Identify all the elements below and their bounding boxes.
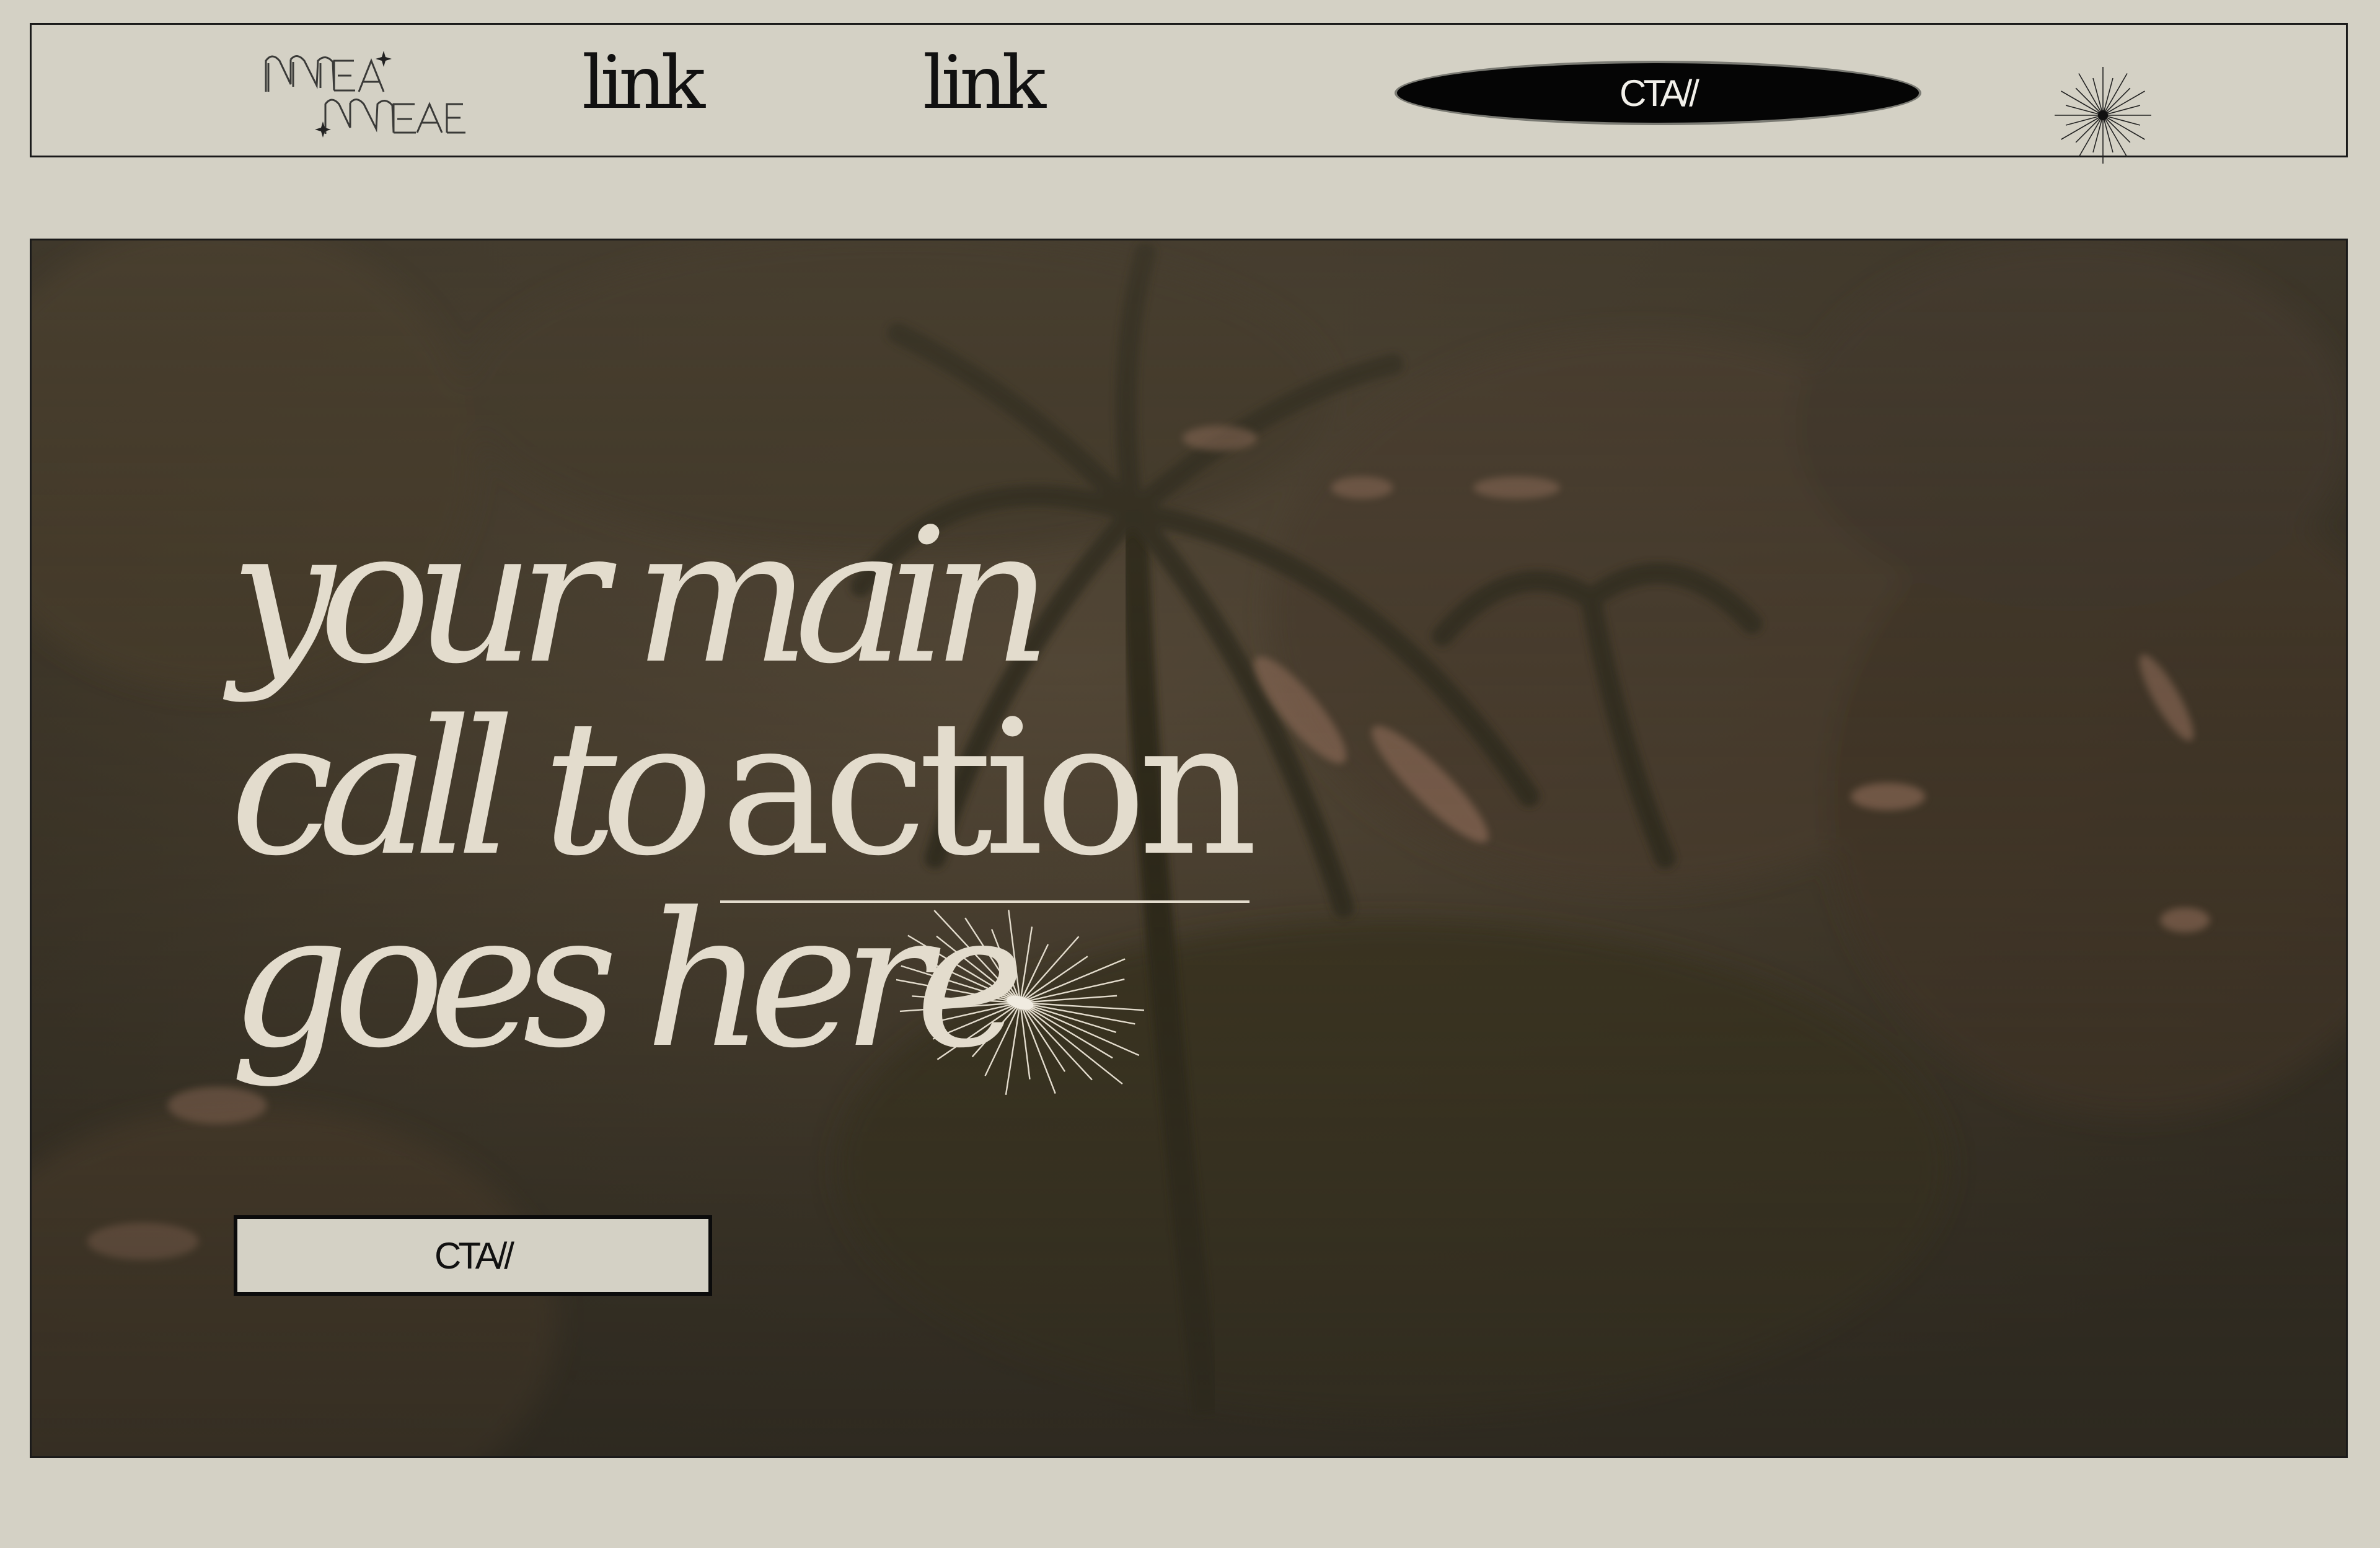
nav-cta-button[interactable]: CTA// [1395, 61, 1921, 125]
headline-action-word: action [720, 680, 1258, 903]
headline-line-1: your main [230, 488, 1052, 705]
starburst-icon[interactable] [2052, 64, 2154, 166]
hero-cta-button[interactable]: CTA// [234, 1215, 712, 1296]
top-nav-bar: link link CTA// [30, 23, 2348, 164]
sparkle-icon [896, 910, 1144, 1095]
headline-line-2-italic: call to [230, 680, 713, 897]
name-logo-icon[interactable] [261, 47, 472, 140]
nav-link-2[interactable]: link [923, 46, 1046, 119]
hero-section: your main call to action goes here CTA// [30, 239, 2348, 1458]
headline-line-2: call to action [230, 680, 1258, 903]
nav-link-1[interactable]: link [582, 46, 705, 119]
